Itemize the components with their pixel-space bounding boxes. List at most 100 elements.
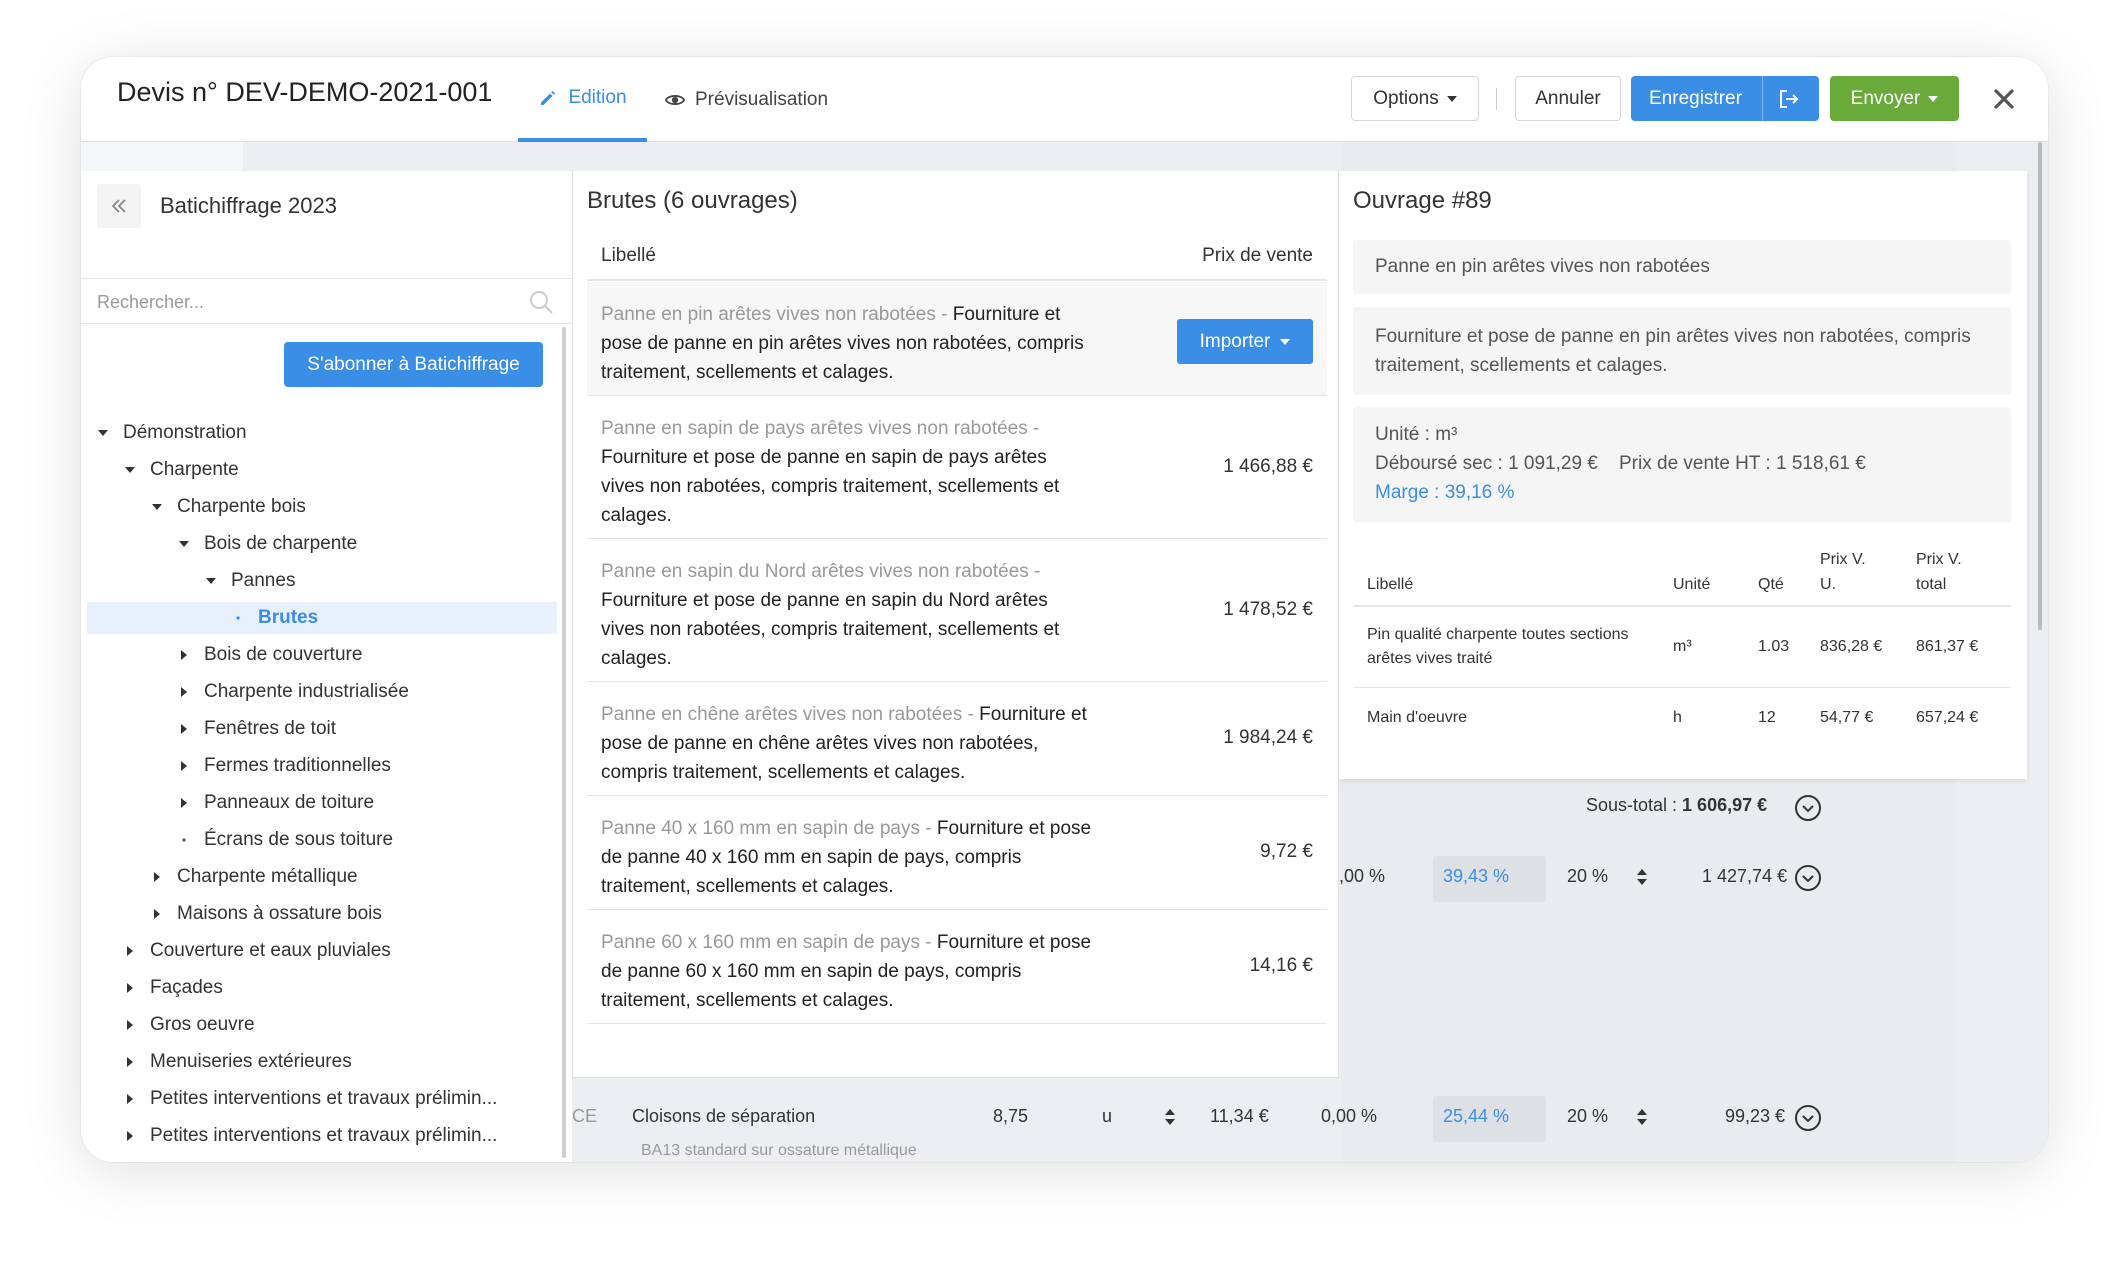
tree-item[interactable]: Écrans de sous toiture [81, 824, 393, 856]
list-header: Libellé Prix de vente [587, 229, 1327, 281]
main-scrollbar[interactable] [2038, 142, 2042, 630]
ouvrage-desc-line: pose de panne en chêne arêtes vives non … [601, 733, 1039, 754]
table-row: Pin qualité charpente toutes sections ar… [1353, 607, 2011, 688]
tree-item[interactable]: Brutes [87, 602, 557, 634]
line-label[interactable]: Cloisons de séparation [632, 1106, 815, 1127]
tree-item-label: Brutes [258, 607, 319, 628]
subtotal-label: Sous-total : 1 606,97 € [1586, 795, 1767, 816]
tab-previsualisation-label: Prévisualisation [695, 88, 829, 110]
ouvrage-row[interactable]: Panne 40 x 160 mm en sapin de pays - Fou… [587, 796, 1327, 910]
tree-item[interactable]: Menuiseries extérieures [81, 1046, 352, 1078]
row-qte: 1.03 [1758, 638, 1790, 655]
caret-right-icon [124, 1093, 136, 1105]
ouvrage-desc-line: vives non rabotées, compris traitement, … [601, 619, 1060, 640]
tree-item[interactable]: Charpente industrialisée [81, 676, 409, 708]
chevron-circle-down-icon[interactable] [1794, 794, 1822, 822]
tree-item[interactable]: Petites interventions et travaux prélimi… [81, 1120, 497, 1152]
caret-down-icon [1928, 95, 1939, 102]
ouvrage-row[interactable]: Panne en sapin du Nord arêtes vives non … [587, 539, 1327, 682]
ouvrage-description: Panne en sapin du Nord arêtes vives non … [601, 557, 1121, 673]
subscribe-button[interactable]: S'abonner à Batichiffrage [284, 342, 543, 387]
tree-item-label: Pannes [231, 570, 296, 591]
import-button[interactable]: Importer [1177, 319, 1313, 364]
tree-item[interactable]: Façades [81, 972, 223, 1004]
ouvrage-price: 9,72 € [1260, 841, 1313, 862]
caret-right-icon [124, 1130, 136, 1142]
tree-item[interactable]: Charpente métallique [81, 861, 358, 893]
ouvrage-desc-line: Fourniture et [979, 704, 1087, 725]
tree-item-label: Petites interventions et travaux prélimi… [150, 1125, 498, 1146]
tree-item[interactable]: Bois de charpente [81, 528, 357, 560]
tree-item[interactable]: Panneaux de toiture [81, 787, 374, 819]
tree-item[interactable]: Gros oeuvre [81, 1009, 255, 1041]
line-description-partial: BA13 standard sur ossature métallique [641, 1142, 917, 1159]
bullet-icon [232, 612, 244, 624]
save-button[interactable]: Enregistrer [1631, 76, 1819, 121]
save-and-exit-icon[interactable] [1778, 88, 1800, 110]
subtotal-label-text: Sous-total : [1586, 795, 1683, 815]
tree-item[interactable]: Bois de couverture [81, 639, 362, 671]
th-pvt-line2: total [1916, 576, 1947, 593]
tree-item[interactable]: Charpente [81, 454, 239, 486]
ouvrage-name: Panne en pin arêtes vives non rabotées - [601, 304, 953, 325]
options-button[interactable]: Options [1351, 76, 1479, 121]
sort-updown-icon[interactable] [1636, 868, 1648, 886]
ouvrage-desc-line: de panne 60 x 160 mm en sapin de pays, c… [601, 961, 1022, 982]
tree-item[interactable]: Maisons à ossature bois [81, 898, 382, 930]
ouvrage-description-box: Fourniture et pose de panne en pin arête… [1353, 307, 2011, 395]
chevron-circle-down-icon[interactable] [1794, 864, 1822, 892]
tree-item[interactable]: Fenêtres de toit [81, 713, 336, 745]
send-button[interactable]: Envoyer [1830, 76, 1959, 121]
subtotal-value: 1 606,97 € [1682, 795, 1768, 815]
header-bar: Devis n° DEV-DEMO-2021-001 Edition Prévi… [81, 57, 2048, 142]
chevron-circle-down-icon[interactable] [1794, 1104, 1822, 1132]
line-unit-price[interactable]: 11,34 € [1210, 1106, 1269, 1127]
close-icon[interactable] [1987, 82, 2021, 116]
sort-updown-icon[interactable] [1164, 1108, 1176, 1126]
double-chevron-left-icon [111, 199, 126, 213]
tree-item-label: Couverture et eaux pluviales [150, 940, 391, 961]
ouvrage-description: Panne en pin arêtes vives non rabotées -… [601, 300, 1121, 387]
line-unit[interactable]: u [1102, 1106, 1112, 1127]
caret-right-icon [178, 649, 190, 661]
ouvrage-row[interactable]: Panne 60 x 160 mm en sapin de pays - Fou… [587, 910, 1327, 1024]
ouvrage-price: 1 478,52 € [1223, 598, 1313, 620]
sort-updown-icon[interactable] [1636, 1108, 1648, 1126]
ouvrage-desc-line: compris traitement, scellements et calag… [601, 762, 966, 783]
ouvrage-unite: Unité : m³ [1375, 424, 1458, 445]
tree-item[interactable]: Charpente bois [81, 491, 306, 523]
line-discount[interactable]: 0,00 % [1321, 1106, 1377, 1127]
row-qte: 12 [1758, 709, 1776, 726]
tab-edition[interactable]: Edition [518, 57, 647, 142]
tree-item-label: Bois de charpente [204, 533, 358, 554]
tree-item-label: Charpente métallique [177, 866, 358, 887]
ouvrage-row[interactable]: Panne en chêne arêtes vives non rabotées… [587, 682, 1327, 796]
ouvrage-desc-line: calages. [601, 505, 672, 526]
ouvrage-desc-line: pose de panne en pin arêtes vives non ra… [601, 333, 1084, 354]
tree-item[interactable]: Petites interventions et travaux prélimi… [81, 1083, 497, 1115]
collapse-sidebar-button[interactable] [97, 184, 141, 228]
tree-item-label: Bois de couverture [204, 644, 363, 665]
tree-item[interactable]: Couverture et eaux pluviales [81, 935, 391, 967]
tab-previsualisation[interactable]: Prévisualisation [665, 57, 828, 142]
ouvrage-detail-panel: Ouvrage #89 Panne en pin arêtes vives no… [1339, 171, 2027, 779]
line-qty[interactable]: 8,75 [993, 1106, 1028, 1127]
row-pvt: 861,37 € [1916, 638, 1979, 655]
tree-scrollbar[interactable] [562, 327, 566, 1158]
ouvrage-row[interactable]: Panne en pin arêtes vives non rabotées -… [587, 282, 1327, 396]
tree-item[interactable]: Fermes traditionnelles [81, 750, 391, 782]
ouvrage-row[interactable]: Panne en sapin de pays arêtes vives non … [587, 396, 1327, 539]
ouvrage-marge: Marge : 39,16 % [1375, 482, 1515, 503]
caret-right-icon [178, 686, 190, 698]
tree-item[interactable]: Pannes [81, 565, 295, 597]
ouvrage-desc-line: traitement, scellements et calages. [601, 362, 894, 383]
cancel-button[interactable]: Annuler [1515, 76, 1621, 121]
search-bar [81, 278, 572, 324]
ouvrage-desc-line: de panne 40 x 160 mm en sapin de pays, c… [601, 847, 1022, 868]
search-input[interactable] [97, 287, 517, 317]
ouvrage-desc-line: Fourniture et [952, 304, 1061, 325]
tree-item[interactable]: Démonstration [81, 417, 247, 449]
ouvrage-desc-line: calages. [601, 648, 672, 669]
search-icon[interactable] [528, 289, 554, 315]
tree-item[interactable]: Revêtements de sols [81, 1157, 327, 1162]
